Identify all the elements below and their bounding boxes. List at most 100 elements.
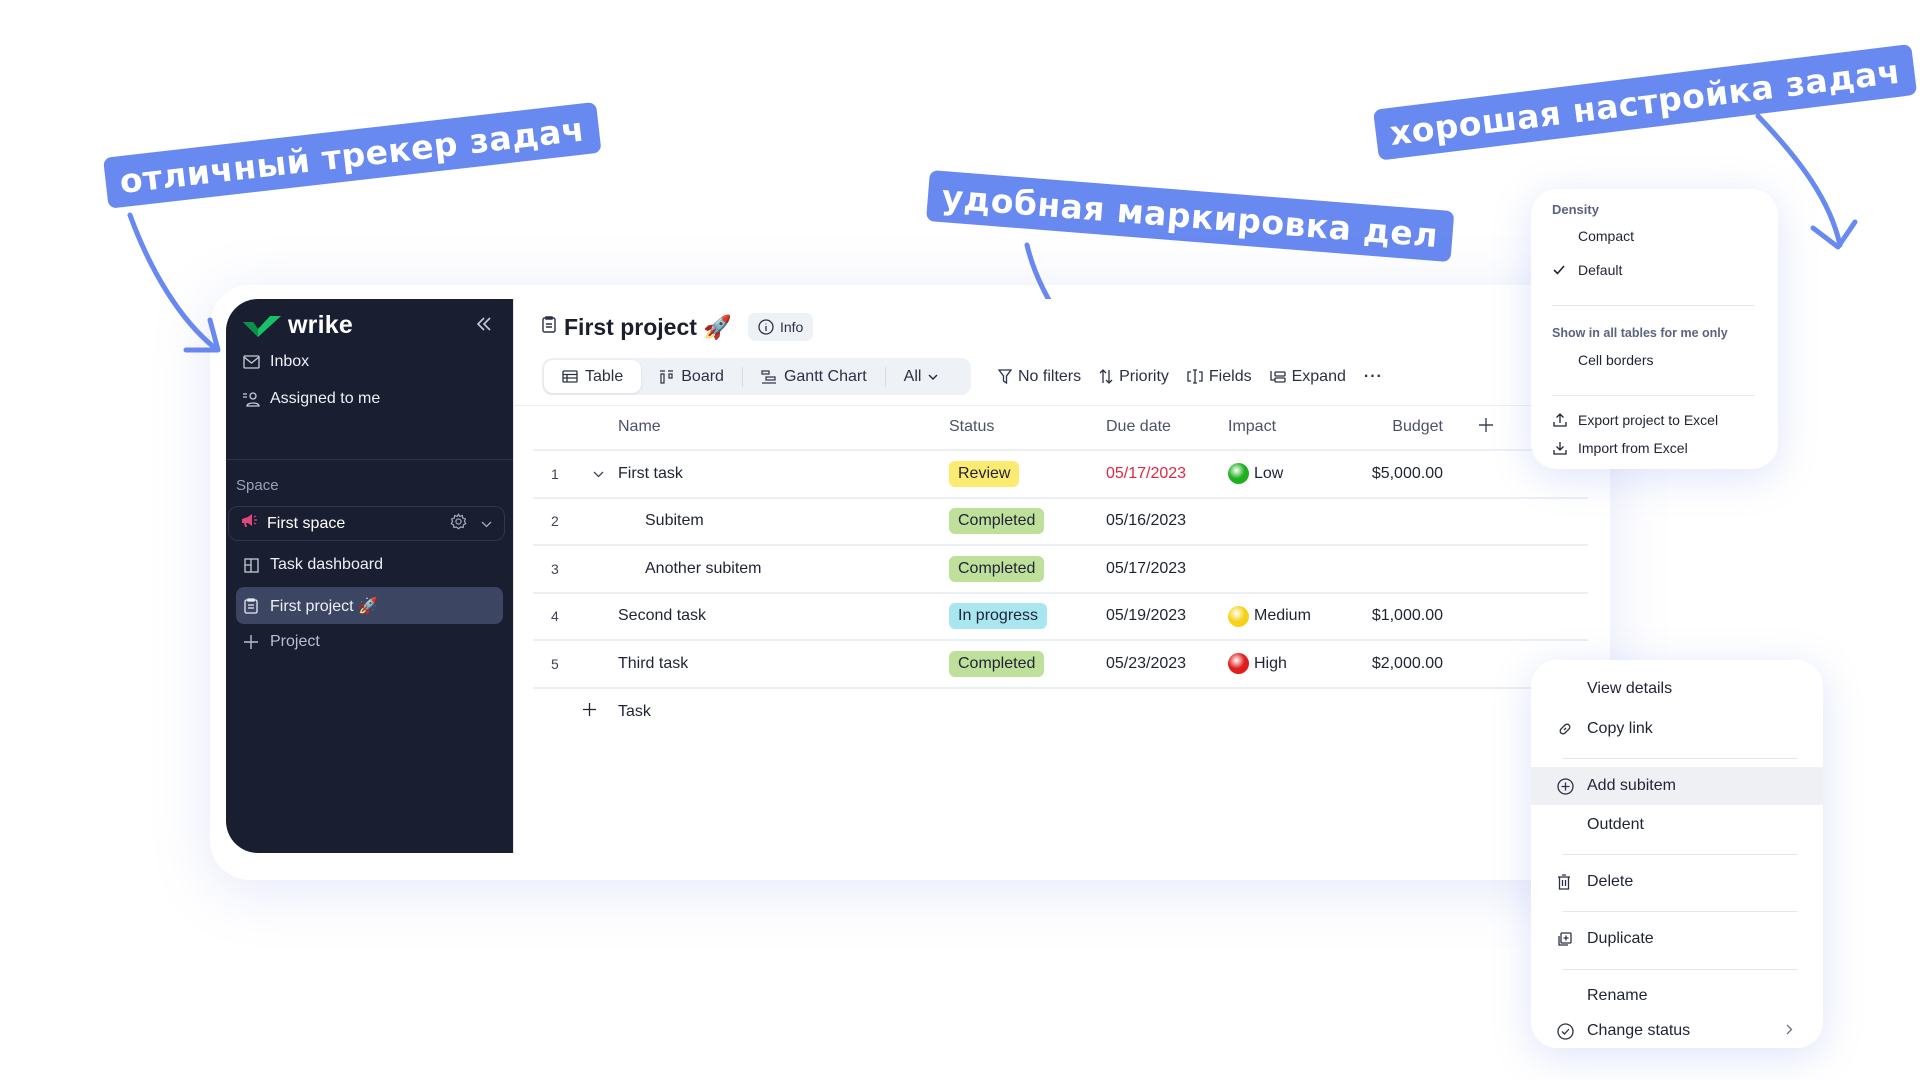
- tab-table[interactable]: Table: [544, 360, 642, 393]
- menu-outdent[interactable]: Outdent: [1531, 806, 1823, 844]
- more-options-button[interactable]: ···: [1364, 368, 1383, 386]
- sidebar-item-first-project[interactable]: First project 🚀: [236, 587, 503, 624]
- task-table: Name Status Due date Impact Budget 1 Firs…: [533, 405, 1588, 736]
- arrow-to-sidebar: [127, 212, 218, 351]
- menu-view-details[interactable]: View details: [1531, 670, 1823, 708]
- impact-cell[interactable]: Medium: [1228, 605, 1311, 627]
- table-body: 1 First task Review 05/17/2023 Low $5,000.00 2…: [533, 451, 1588, 689]
- collapse-sidebar-button[interactable]: [473, 313, 495, 335]
- menu-item-label: Delete: [1587, 873, 1634, 890]
- gear-icon[interactable]: [450, 512, 467, 535]
- tab-label: Gantt Chart: [783, 367, 867, 385]
- due-date[interactable]: 05/17/2023: [1106, 465, 1186, 483]
- menu-item-label: Copy link: [1587, 720, 1653, 737]
- menu-copy-link[interactable]: Copy link: [1531, 710, 1823, 748]
- space-select[interactable]: First space: [228, 506, 505, 541]
- budget-value[interactable]: $2,000.00: [1372, 655, 1443, 673]
- due-date[interactable]: 05/19/2023: [1106, 607, 1186, 625]
- fields-button[interactable]: Fields: [1187, 368, 1252, 386]
- fields-label: Fields: [1208, 367, 1252, 385]
- impact-cell[interactable]: Low: [1228, 463, 1283, 485]
- task-name[interactable]: Second task: [618, 607, 706, 625]
- due-date[interactable]: 05/16/2023: [1106, 512, 1186, 530]
- cell-borders-toggle[interactable]: Cell borders: [1531, 345, 1778, 375]
- duplicate-icon: [1557, 931, 1587, 947]
- menu-rename[interactable]: Rename: [1531, 977, 1823, 1015]
- status-badge[interactable]: Completed: [949, 508, 1045, 535]
- arrowhead-density: [1810, 219, 1858, 250]
- status-cell[interactable]: Review: [949, 460, 1020, 487]
- status-badge[interactable]: Completed: [949, 650, 1045, 677]
- budget-value[interactable]: $5,000.00: [1372, 465, 1443, 483]
- status-cell[interactable]: Completed: [949, 555, 1045, 582]
- task-name[interactable]: Third task: [618, 655, 688, 673]
- table-row[interactable]: 1 First task Review 05/17/2023 Low $5,000.00: [533, 451, 1588, 499]
- task-name[interactable]: Subitem: [645, 512, 704, 530]
- info-button[interactable]: Info: [747, 313, 814, 341]
- tab-all-dropdown[interactable]: All: [886, 360, 957, 393]
- table-row[interactable]: 3 Another subitem Completed 05/17/2023: [533, 546, 1588, 594]
- menu-change-status[interactable]: Change status: [1531, 1016, 1823, 1046]
- status-badge[interactable]: Completed: [949, 555, 1045, 582]
- status-cell[interactable]: Completed: [949, 508, 1045, 535]
- tab-gantt-chart[interactable]: Gantt Chart: [743, 360, 885, 393]
- density-option-default[interactable]: Default: [1531, 255, 1778, 285]
- double-chevron-left-icon: [476, 317, 491, 331]
- sidebar-item-add-project[interactable]: Project: [236, 625, 503, 659]
- table-row[interactable]: 5 Third task Completed 05/23/2023 High $2,000…: [533, 641, 1588, 689]
- priority-sort-button[interactable]: Priority: [1099, 368, 1169, 386]
- menu-divider: [1563, 758, 1797, 759]
- wrike-check-icon: [243, 315, 281, 337]
- status-cell[interactable]: Completed: [949, 650, 1045, 677]
- import-excel-item[interactable]: Import from Excel: [1531, 433, 1778, 463]
- budget-value[interactable]: $1,000.00: [1372, 607, 1443, 625]
- dashboard-icon: [242, 556, 260, 574]
- row-number: 2: [551, 513, 559, 530]
- table-row[interactable]: 4 Second task In progress 05/19/2023 Medium $…: [533, 594, 1588, 641]
- sidebar-item-task-dashboard[interactable]: Task dashboard: [236, 548, 503, 582]
- density-option-compact[interactable]: Compact: [1531, 221, 1778, 251]
- menu-delete[interactable]: Delete: [1531, 863, 1823, 901]
- column-header-status[interactable]: Status: [949, 418, 994, 436]
- column-header-impact[interactable]: Impact: [1228, 418, 1276, 436]
- sidebar-item-inbox[interactable]: Inbox: [236, 345, 503, 379]
- table-row[interactable]: 2 Subitem Completed 05/16/2023: [533, 499, 1588, 546]
- column-header-name[interactable]: Name: [618, 418, 661, 436]
- filters-button[interactable]: No filters: [998, 368, 1081, 386]
- task-name[interactable]: Another subitem: [645, 560, 762, 578]
- table-header: Name Status Due date Impact Budget: [533, 405, 1588, 451]
- filter-icon: [998, 369, 1012, 384]
- status-cell[interactable]: In progress: [949, 603, 1048, 630]
- menu-item-label: Change status: [1587, 1022, 1691, 1039]
- menu-duplicate[interactable]: Duplicate: [1531, 920, 1823, 958]
- status-badge[interactable]: Review: [949, 460, 1020, 487]
- annotation-task-settings: хорошая настройка задач: [1373, 43, 1918, 161]
- column-header-due-date[interactable]: Due date: [1106, 418, 1171, 436]
- table-toolbar: No filters Priority Fields Expand ···: [998, 358, 1383, 395]
- chevron-down-icon: [928, 373, 938, 380]
- annotation-task-tracker: отличный трекер задач: [103, 101, 602, 209]
- chevron-down-icon[interactable]: [593, 465, 604, 483]
- expand-button[interactable]: Expand: [1269, 368, 1346, 386]
- import-icon: [1553, 441, 1578, 455]
- due-date[interactable]: 05/23/2023: [1106, 655, 1186, 673]
- impact-dot-icon: [1228, 605, 1249, 627]
- column-header-budget[interactable]: Budget: [1392, 418, 1443, 436]
- add-task-button[interactable]: Task: [533, 689, 1588, 736]
- add-column-button[interactable]: [1479, 417, 1493, 437]
- wrike-logo[interactable]: wrike: [242, 311, 353, 340]
- export-excel-item[interactable]: Export project to Excel: [1531, 405, 1778, 435]
- impact-cell[interactable]: High: [1228, 653, 1287, 675]
- tab-board[interactable]: Board: [641, 360, 742, 393]
- option-label: Import from Excel: [1578, 440, 1688, 456]
- plus-icon: [583, 703, 596, 721]
- menu-add-subitem[interactable]: Add subitem: [1531, 767, 1823, 805]
- sort-icon: [1099, 369, 1113, 384]
- due-date[interactable]: 05/17/2023: [1106, 560, 1186, 578]
- chevron-down-icon[interactable]: [481, 515, 492, 533]
- task-name[interactable]: First task: [618, 465, 683, 483]
- sidebar-item-assigned[interactable]: Assigned to me: [236, 382, 503, 416]
- add-task-label: Task: [618, 703, 651, 720]
- menu-item-label: Outdent: [1587, 816, 1644, 833]
- status-badge[interactable]: In progress: [949, 603, 1048, 630]
